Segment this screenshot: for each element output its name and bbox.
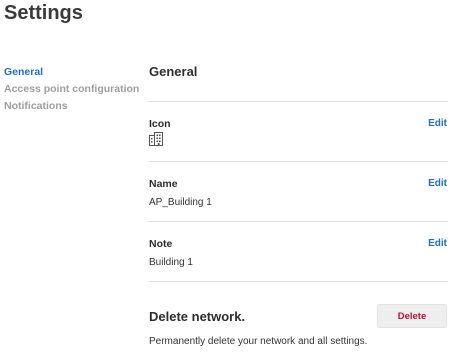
delete-network-title: Delete network. xyxy=(149,309,246,324)
building-icon xyxy=(149,132,163,146)
sidebar-item-access-point-configuration[interactable]: Access point configuration xyxy=(4,81,139,98)
sidebar-item-notifications[interactable]: Notifications xyxy=(4,98,139,115)
divider xyxy=(149,221,448,222)
divider xyxy=(149,281,448,282)
divider xyxy=(149,101,448,102)
note-value: Building 1 xyxy=(149,257,193,268)
note-row-label: Note xyxy=(149,238,173,250)
divider xyxy=(149,161,448,162)
edit-name-link[interactable]: Edit xyxy=(428,178,447,189)
edit-note-link[interactable]: Edit xyxy=(428,238,447,249)
delete-network-button[interactable]: Delete xyxy=(377,304,447,328)
edit-icon-link[interactable]: Edit xyxy=(428,118,447,129)
name-row-label: Name xyxy=(149,178,178,190)
delete-network-description: Permanently delete your network and all … xyxy=(149,336,368,347)
icon-row-label: Icon xyxy=(149,118,171,130)
sidebar-item-general[interactable]: General xyxy=(4,64,139,81)
page-title: Settings xyxy=(4,2,83,24)
settings-sidebar: General Access point configuration Notif… xyxy=(4,64,139,115)
name-value: AP_Building 1 xyxy=(149,197,212,208)
section-title: General xyxy=(149,64,198,79)
